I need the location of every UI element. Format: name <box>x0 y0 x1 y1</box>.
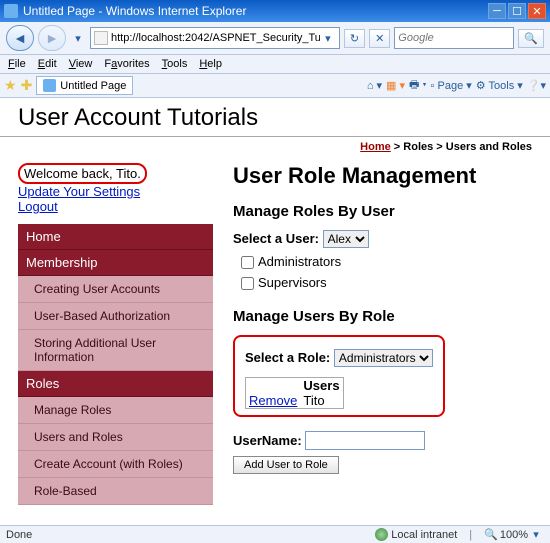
checkbox-administrators-label: Administrators <box>258 254 341 269</box>
add-user-to-role-button[interactable]: Add User to Role <box>233 456 339 474</box>
forward-button[interactable]: ► <box>38 25 66 51</box>
menu-favorites[interactable]: Favorites <box>104 58 149 70</box>
search-button[interactable]: 🔍 <box>518 29 544 48</box>
nav-home[interactable]: Home <box>18 224 213 250</box>
welcome-message: Welcome back, Tito. <box>18 163 147 184</box>
nav-creating-accounts[interactable]: Creating User Accounts <box>18 276 213 303</box>
window-titlebar: Untitled Page - Windows Internet Explore… <box>0 0 550 22</box>
close-button[interactable]: ✕ <box>528 3 546 19</box>
address-dropdown[interactable]: ▾ <box>320 32 336 45</box>
site-title: User Account Tutorials <box>18 104 258 132</box>
zone-icon <box>375 528 388 541</box>
checkbox-supervisors[interactable] <box>241 277 254 290</box>
nav-user-auth[interactable]: User-Based Authorization <box>18 303 213 330</box>
add-favorite-icon[interactable]: ✚ <box>21 77 33 94</box>
zoom-icon[interactable]: 🔍 <box>484 528 498 541</box>
section-manage-by-user: Manage Roles By User <box>233 203 532 220</box>
breadcrumb-roles: Roles <box>403 141 433 153</box>
breadcrumb: Home > Roles > Users and Roles <box>0 137 550 153</box>
nav-storing-info[interactable]: Storing Additional User Information <box>18 330 213 371</box>
nav-create-account-roles[interactable]: Create Account (with Roles) <box>18 451 213 478</box>
breadcrumb-home[interactable]: Home <box>360 141 391 153</box>
status-text: Done <box>6 529 32 541</box>
page-h2: User Role Management <box>233 163 532 189</box>
tools-menu[interactable]: ⚙ Tools ▾ <box>476 79 523 92</box>
update-settings-link[interactable]: Update Your Settings <box>18 184 213 199</box>
section-manage-by-role: Manage Users By Role <box>233 308 532 325</box>
left-column: Welcome back, Tito. Update Your Settings… <box>18 163 213 505</box>
page-icon <box>94 31 108 45</box>
menu-help[interactable]: Help <box>199 58 222 70</box>
zoom-dropdown[interactable]: ▾ <box>528 528 544 541</box>
remove-user-link[interactable]: Remove <box>249 393 297 408</box>
nav-toolbar: ◄ ► ▾ ▾ ↻ ✕ 🔍 <box>0 22 550 55</box>
page-menu[interactable]: ▫ Page ▾ <box>431 79 472 92</box>
nav-role-based[interactable]: Role-Based <box>18 478 213 505</box>
main-content: User Role Management Manage Roles By Use… <box>213 163 532 505</box>
menu-view[interactable]: View <box>69 58 93 70</box>
tab-command-bar: ★ ✚ Untitled Page ⌂ ▾ ▦ ▾ 🖶 ▾ ▫ Page ▾ ⚙… <box>0 74 550 98</box>
logout-link[interactable]: Logout <box>18 199 213 214</box>
username-input[interactable] <box>305 431 425 450</box>
nav-membership[interactable]: Membership <box>18 250 213 276</box>
page-header: User Account Tutorials <box>0 98 550 137</box>
users-in-role-table: Users Remove Tito <box>245 377 344 409</box>
minimize-button[interactable]: ─ <box>488 3 506 19</box>
zoom-level: 100% <box>500 529 528 541</box>
select-role-dropdown[interactable]: Administrators <box>334 349 433 367</box>
maximize-button[interactable]: ☐ <box>508 3 526 19</box>
status-bar: Done Local intranet | 🔍 100% ▾ <box>0 525 550 543</box>
refresh-button[interactable]: ↻ <box>344 29 365 48</box>
favorites-star-icon[interactable]: ★ <box>4 77 17 94</box>
select-user-dropdown[interactable]: Alex <box>323 230 369 248</box>
tab-title: Untitled Page <box>60 80 126 92</box>
ie-icon <box>4 4 18 18</box>
checkbox-supervisors-label: Supervisors <box>258 275 327 290</box>
menu-tools[interactable]: Tools <box>162 58 188 70</box>
security-zone: Local intranet <box>391 529 457 541</box>
users-header: Users <box>300 378 343 394</box>
browser-tab[interactable]: Untitled Page <box>36 76 133 95</box>
window-title: Untitled Page - Windows Internet Explore… <box>23 4 486 18</box>
table-row: Remove Tito <box>246 393 344 409</box>
menu-file[interactable]: File <box>8 58 26 70</box>
print-button[interactable]: 🖶 ▾ <box>409 76 427 95</box>
nav-users-and-roles[interactable]: Users and Roles <box>18 424 213 451</box>
row-username: Tito <box>300 393 343 409</box>
menu-bar: File Edit View Favorites Tools Help <box>0 55 550 74</box>
username-label: UserName: <box>233 433 302 448</box>
select-user-label: Select a User: <box>233 231 319 246</box>
address-bar[interactable]: ▾ <box>90 27 340 49</box>
stop-button[interactable]: ✕ <box>369 29 390 48</box>
nav-manage-roles[interactable]: Manage Roles <box>18 397 213 424</box>
help-button[interactable]: ❔▾ <box>527 79 546 92</box>
feeds-button[interactable]: ▦ ▾ <box>386 79 405 92</box>
tab-page-icon <box>43 79 56 92</box>
search-input[interactable] <box>398 32 510 44</box>
breadcrumb-current: Users and Roles <box>446 141 532 153</box>
search-box[interactable] <box>394 27 514 49</box>
side-nav: Home Membership Creating User Accounts U… <box>18 224 213 505</box>
back-button[interactable]: ◄ <box>6 25 34 51</box>
address-input[interactable] <box>111 32 320 44</box>
nav-roles[interactable]: Roles <box>18 371 213 397</box>
checkbox-administrators[interactable] <box>241 256 254 269</box>
home-button[interactable]: ⌂ ▾ <box>367 79 382 92</box>
menu-edit[interactable]: Edit <box>38 58 57 70</box>
role-selection-highlight: Select a Role: Administrators Users Remo… <box>233 335 445 417</box>
select-role-label: Select a Role: <box>245 350 330 365</box>
nav-history-dropdown[interactable]: ▾ <box>70 32 86 45</box>
